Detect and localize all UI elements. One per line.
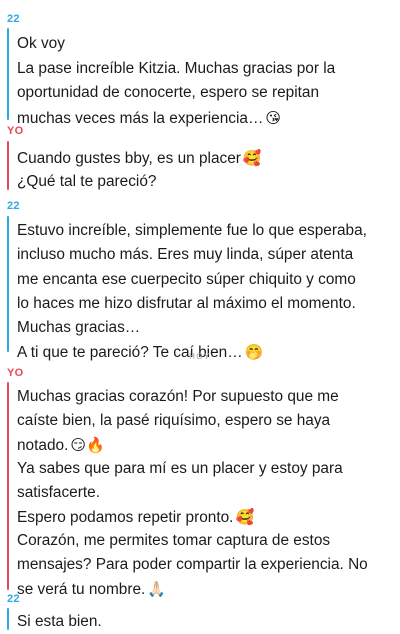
message-text: lo haces me hizo disfrutar al máximo el … [17, 295, 356, 312]
message-line: muchas veces más la experiencia… 😘 [17, 106, 394, 131]
message-bar-me [7, 141, 9, 190]
message-text: Muchas gracias corazón! Por supuesto que… [17, 388, 339, 405]
message-text: Corazón, me permites tomar captura de es… [17, 532, 331, 549]
message-line: Espero podamos repetir pronto. 🥰 [17, 505, 394, 530]
message-text: La pase increíble Kitzia. Muchas gracias… [17, 60, 336, 77]
message-line: Estuvo increíble, simplemente fue lo que… [17, 219, 394, 243]
emoji-icon: 😏🔥 [70, 436, 105, 454]
message-line: oportunidad de conocerte, espero se repi… [17, 81, 394, 105]
sender-label-me: YO [7, 125, 24, 137]
message-text: Espero podamos repetir pronto. [17, 509, 234, 526]
message-text: muchas veces más la experiencia… [17, 110, 264, 127]
message-line: Si esta bien. [17, 610, 394, 634]
emoji-icon: 😘 [265, 109, 281, 127]
message-bar-contact [7, 216, 9, 352]
chat-transcript: 22 Ok voy La pase increíble Kitzia. Muchas… [0, 0, 400, 630]
message-text: ¿Qué tal te pareció? [17, 173, 157, 190]
message-line: Muchas gracias corazón! Por supuesto que… [17, 385, 394, 409]
message-text: me encanta ese cuerpecito súper chiquito… [17, 271, 356, 288]
message-line: lo haces me hizo disfrutar al máximo el … [17, 292, 394, 316]
sender-label-contact: 22 [7, 13, 20, 25]
message-line: incluso mucho más. Eres muy linda, súper… [17, 243, 394, 267]
message-text: Ok voy [17, 35, 65, 52]
message-line: satisfacerte. [17, 481, 394, 505]
message-line: Muchas gracias… [17, 316, 394, 340]
message-bar-contact [7, 608, 9, 630]
sender-label-contact: 22 [7, 593, 20, 605]
message-text: oportunidad de conocerte, espero se repi… [17, 84, 320, 101]
message-line: me encanta ese cuerpecito súper chiquito… [17, 268, 394, 292]
message-text: Si esta bien. [17, 613, 102, 630]
message-line: Ok voy [17, 32, 394, 56]
message-line: Ya sabes que para mí es un placer y esto… [17, 457, 394, 481]
day-separator: HOY [189, 352, 211, 361]
emoji-icon: 🥰 [235, 508, 255, 526]
message-text: Cuando gustes bby, es un placer [17, 150, 241, 167]
message-text: satisfacerte. [17, 484, 100, 501]
message-line: mensajes? Para poder compartir la experi… [17, 553, 394, 577]
message-line: Cuando gustes bby, es un placer 🥰 [17, 146, 394, 171]
message-line: Corazón, me permites tomar captura de es… [17, 529, 394, 553]
sender-label-me: YO [7, 367, 24, 379]
message-line: se verá tu nombre. 🙏🏻 [17, 577, 394, 602]
emoji-icon: 🥰 [242, 149, 262, 167]
message-text: se verá tu nombre. [17, 581, 146, 598]
message-text: Ya sabes que para mí es un placer y esto… [17, 460, 343, 477]
message-text: notado. [17, 437, 69, 454]
message-text: caíste bien, la pasé riquísimo, espero s… [17, 412, 331, 429]
message-line: notado. 😏🔥 [17, 433, 394, 458]
message-text: Estuvo increíble, simplemente fue lo que… [17, 222, 367, 239]
emoji-icon: 🙏🏻 [147, 580, 167, 598]
sender-label-contact: 22 [7, 200, 20, 212]
message-line: caíste bien, la pasé riquísimo, espero s… [17, 409, 394, 433]
message-bar-me [7, 382, 9, 590]
message-line: La pase increíble Kitzia. Muchas gracias… [17, 57, 394, 81]
message-text: incluso mucho más. Eres muy linda, súper… [17, 246, 354, 263]
message-line: ¿Qué tal te pareció? [17, 170, 394, 194]
message-text: Muchas gracias… [17, 319, 141, 336]
message-text: mensajes? Para poder compartir la experi… [17, 556, 368, 573]
message-bar-contact [7, 28, 9, 120]
